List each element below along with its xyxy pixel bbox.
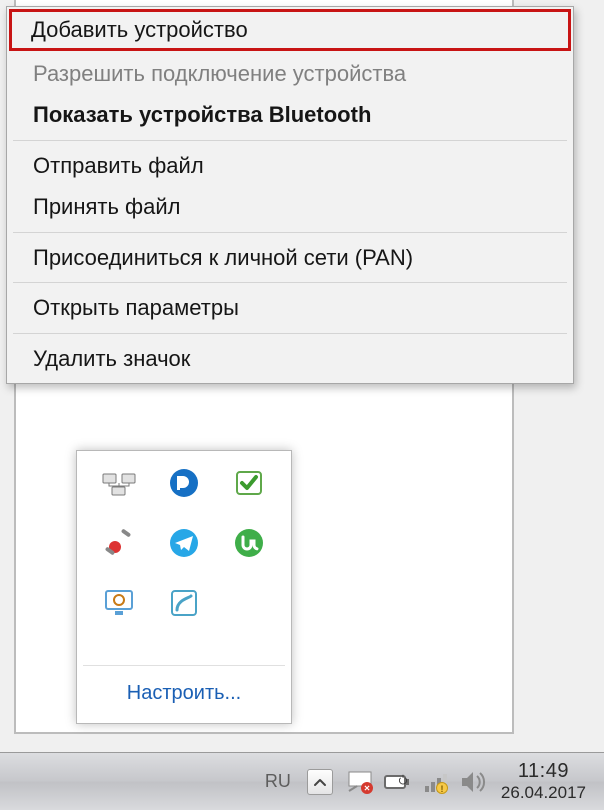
menu-item[interactable]: Отправить файл [11,145,569,187]
svg-text:!: ! [440,784,443,794]
menu-separator [13,232,567,233]
app-icon[interactable] [166,585,202,621]
menu-item[interactable]: Показать устройства Bluetooth [11,94,569,136]
clock-date: 26.04.2017 [501,783,586,803]
volume-icon[interactable] [459,767,489,797]
customize-link[interactable]: Настроить... [77,666,291,723]
network-icon[interactable]: ! [421,767,451,797]
power-icon[interactable] [383,767,413,797]
menu-item: Разрешить подключение устройства [11,53,569,95]
utorrent-icon[interactable] [231,525,267,561]
menu-separator [13,140,567,141]
menu-separator [13,282,567,283]
menu-item[interactable]: Принять файл [11,186,569,228]
menu-item[interactable]: Открыть параметры [11,287,569,329]
menu-separator [13,333,567,334]
menu-item[interactable]: Присоединиться к личной сети (PAN) [11,237,569,279]
system-tray: ! [339,767,495,797]
language-indicator[interactable]: RU [255,771,301,792]
chevron-up-icon [313,777,327,787]
monitor-icon[interactable] [101,585,137,621]
perisonic-icon[interactable] [166,465,202,501]
bluetooth-context-menu: Добавить устройствоРазрешить подключение… [6,6,574,384]
telegram-icon[interactable] [166,525,202,561]
device-icon[interactable] [101,465,137,501]
notification-overflow-flyout: Настроить... [76,450,292,724]
check-icon[interactable] [231,465,267,501]
clock-time: 11:49 [518,760,569,783]
satellite-icon[interactable] [101,525,137,561]
action-center-icon[interactable] [345,767,375,797]
clock[interactable]: 11:49 26.04.2017 [495,760,596,803]
show-hidden-icons-button[interactable] [307,769,333,795]
menu-item[interactable]: Удалить значок [11,338,569,380]
menu-item[interactable]: Добавить устройство [9,9,571,51]
taskbar: RU ! 11:49 26.04.2017 [0,752,604,810]
tray-icons-grid [77,451,291,665]
